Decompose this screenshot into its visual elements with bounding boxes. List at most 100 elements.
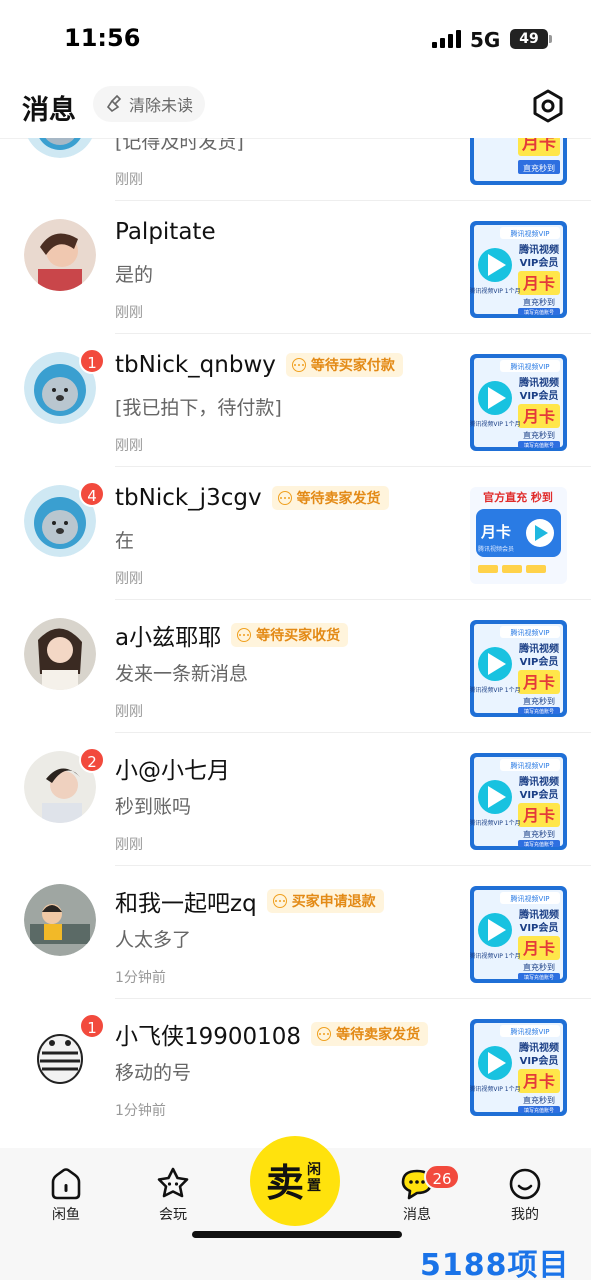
name-line: 小@小七月	[115, 751, 230, 785]
messages-badge: 26	[424, 1164, 460, 1190]
conversation-list: [记得及时发货] 刚刚 月卡 直充秒到 Palpitate 是的 刚刚 腾讯视频…	[0, 138, 591, 1148]
thumb-month: 月卡	[522, 407, 555, 426]
thumb-brand: 腾讯视频VIP	[510, 362, 549, 371]
conversation-row[interactable]: 1 小飞侠19900108 等待卖家发货 移动的号 1分钟前 腾讯视频VIP 腾讯…	[0, 999, 591, 1132]
sell-small-label: 闲置	[307, 1162, 321, 1194]
product-thumbnail[interactable]: 腾讯视频VIP 腾讯视频 VIP会员 月卡 腾讯视频VIP 1个月 直充秒到 填写充值账号	[470, 620, 567, 717]
message-preview: 在	[115, 530, 135, 552]
settings-icon[interactable]	[530, 88, 566, 124]
name-line: tbNick_j3cgv 等待卖家发货	[115, 485, 389, 511]
conversation-row[interactable]: a小兹耶耶 等待买家收货 发来一条新消息 刚刚 腾讯视频VIP 腾讯视频 VIP会员…	[0, 600, 591, 733]
thumb-line1: 腾讯视频	[518, 908, 559, 921]
more-dots-icon	[291, 358, 306, 372]
contact-name: tbNick_qnbwy	[115, 352, 276, 378]
conversation-row[interactable]: 和我一起吧zq 买家申请退款 人太多了 1分钟前 腾讯视频VIP 腾讯视频 VIP会…	[0, 866, 591, 999]
more-dots-icon	[317, 1027, 332, 1041]
message-time: 刚刚	[115, 438, 143, 454]
thumb-brand: 腾讯视频VIP	[510, 1027, 549, 1036]
thumb-line2: VIP会员	[520, 256, 559, 269]
product-thumbnail[interactable]: 腾讯视频VIP 腾讯视频 VIP会员 月卡 腾讯视频VIP 1个月 直充秒到 填写充值账号	[470, 753, 567, 850]
sell-button[interactable]: 卖 闲置	[250, 1136, 340, 1226]
thumb-line2: VIP会员	[520, 921, 559, 934]
contact-name: 小@小七月	[115, 758, 230, 784]
tab-play[interactable]: 会玩	[143, 1166, 203, 1224]
conversation-row[interactable]: Palpitate 是的 刚刚 腾讯视频VIP 腾讯视频 VIP会员 月卡 腾讯视频VI…	[0, 201, 591, 334]
thumb-month: 月卡	[522, 806, 555, 825]
thumb-sub: 腾讯视频VIP 1个月	[470, 420, 521, 428]
tab-label: 消息	[403, 1207, 431, 1223]
order-status-text: 等待买家付款	[310, 358, 395, 374]
thumb-line1: 腾讯视频	[518, 642, 559, 655]
message-preview: 移动的号	[115, 1062, 192, 1084]
order-status-tag: 买家申请退款	[266, 889, 384, 913]
thumb-line1: 腾讯视频	[518, 1041, 559, 1054]
signal-icon	[432, 30, 462, 48]
thumb-alt-sub: 腾讯视频会员	[478, 545, 514, 553]
thumb-line1: 腾讯视频	[518, 775, 559, 788]
thumb-line1: 腾讯视频	[518, 376, 559, 389]
name-line: Palpitate	[115, 219, 216, 245]
thumb-sub: 腾讯视频VIP 1个月	[470, 952, 521, 960]
battery-icon: 49	[510, 29, 548, 49]
clear-unread-label: 清除未读	[129, 96, 194, 115]
thumb-fast: 直充秒到	[523, 297, 555, 307]
message-time: 刚刚	[115, 837, 143, 853]
order-status-tag: 等待卖家发货	[271, 486, 389, 510]
product-thumbnail[interactable]: 腾讯视频VIP 腾讯视频 VIP会员 月卡 腾讯视频VIP 1个月 直充秒到 填写充值账号	[470, 354, 567, 451]
thumb-sub: 腾讯视频VIP 1个月	[470, 287, 521, 295]
product-thumbnail[interactable]: 腾讯视频VIP 腾讯视频 VIP会员 月卡 腾讯视频VIP 1个月 直充秒到 填写充值账号	[470, 886, 567, 983]
status-time: 11:56	[64, 24, 141, 52]
conversation-row[interactable]: 4 tbNick_j3cgv 等待卖家发货 在 刚刚 官方直充 秒到 月卡 腾讯…	[0, 467, 591, 600]
message-preview: 人太多了	[115, 929, 192, 951]
thumb-fill: 填写充值账号	[524, 708, 554, 715]
watermark-text: 5188项目网	[420, 1248, 570, 1280]
product-thumbnail[interactable]: 月卡 直充秒到	[470, 138, 567, 185]
thumb-fast: 直充秒到	[523, 430, 555, 440]
thumb-month: 月卡	[522, 1072, 555, 1091]
product-thumbnail[interactable]: 腾讯视频VIP 腾讯视频 VIP会员 月卡 腾讯视频VIP 1个月 直充秒到 填写充值账号	[470, 1019, 567, 1116]
message-time: 刚刚	[115, 172, 143, 188]
product-thumbnail-alt[interactable]: 官方直充 秒到 月卡 腾讯视频会员	[470, 487, 567, 584]
thumb-brand: 腾讯视频VIP	[510, 229, 549, 238]
name-line: a小兹耶耶 等待买家收货	[115, 618, 349, 652]
home-indicator	[192, 1231, 402, 1238]
avatar	[24, 884, 96, 956]
message-time: 刚刚	[115, 571, 143, 587]
order-status-text: 买家申请退款	[291, 894, 376, 910]
order-status-text: 等待买家收货	[256, 628, 341, 644]
thumb-brand: 腾讯视频VIP	[510, 761, 549, 770]
message-preview: 是的	[115, 264, 154, 286]
sell-big-label: 卖	[266, 1161, 305, 1205]
clear-unread-button[interactable]: 清除未读	[93, 86, 206, 122]
conversation-row[interactable]: [记得及时发货] 刚刚 月卡 直充秒到	[0, 138, 591, 201]
name-line: tbNick_qnbwy 等待买家付款	[115, 352, 403, 378]
unread-badge: 1	[79, 1013, 105, 1039]
thumb-month: 月卡	[521, 138, 556, 154]
thumb-month: 月卡	[522, 274, 555, 293]
tab-me[interactable]: 我的	[495, 1166, 555, 1224]
name-line: 和我一起吧zq 买家申请退款	[115, 884, 384, 918]
header: 消息 清除未读	[0, 80, 591, 138]
order-status-tag: 等待买家付款	[285, 353, 403, 377]
product-thumbnail[interactable]: 腾讯视频VIP 腾讯视频 VIP会员 月卡 腾讯视频VIP 1个月 直充秒到 填写充值账号	[470, 221, 567, 318]
more-dots-icon	[277, 491, 292, 505]
battery-level: 49	[519, 31, 539, 47]
name-line: 小飞侠19900108 等待卖家发货	[115, 1017, 429, 1051]
thumb-line2: VIP会员	[520, 389, 559, 402]
tab-home[interactable]: 闲鱼	[36, 1166, 96, 1224]
thumb-fast: 直充秒到	[523, 163, 555, 173]
contact-name: 和我一起吧zq	[115, 891, 257, 917]
star-face-icon	[157, 1167, 189, 1198]
thumb-fill: 填写充值账号	[524, 309, 554, 316]
network-label: 5G	[470, 28, 501, 52]
more-dots-icon	[237, 628, 252, 642]
message-preview: [我已拍下，待付款]	[115, 397, 282, 419]
avatar	[24, 219, 96, 291]
unread-badge: 4	[79, 481, 105, 507]
conversation-row[interactable]: 2 小@小七月 秒到账吗 刚刚 腾讯视频VIP 腾讯视频 VIP会员 月卡 腾讯视频VI…	[0, 733, 591, 866]
contact-name: 小飞侠19900108	[115, 1024, 302, 1050]
conversation-row[interactable]: 1 tbNick_qnbwy 等待买家付款 [我已拍下，待付款] 刚刚 腾讯视频…	[0, 334, 591, 467]
thumb-fill: 填写充值账号	[524, 974, 554, 981]
tab-label: 闲鱼	[52, 1207, 80, 1223]
thumb-brand: 腾讯视频VIP	[510, 628, 549, 637]
